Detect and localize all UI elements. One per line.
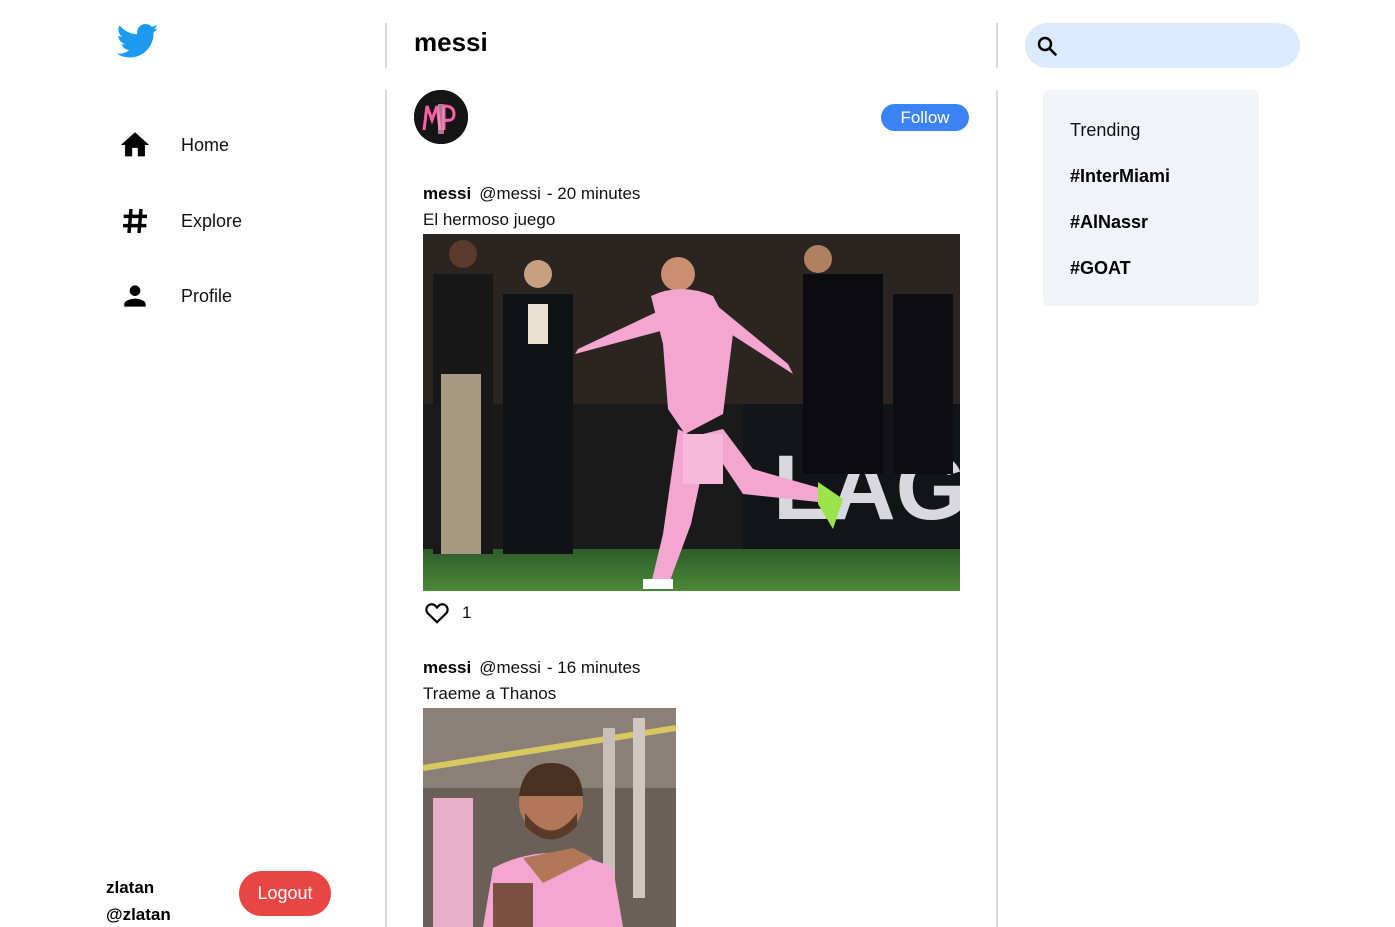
divider [385, 90, 387, 927]
post-text: El hermoso juego [423, 210, 556, 229]
heart-icon[interactable] [424, 600, 450, 626]
trending-tag[interactable]: #GOAT [1070, 258, 1259, 279]
post-header: messi @messi - 20 minutes [423, 184, 640, 204]
trending-panel: Trending #InterMiami #AlNassr #GOAT [1043, 90, 1259, 306]
search-input[interactable] [1067, 36, 1277, 55]
page-title: messi [414, 27, 488, 57]
post-author-name[interactable]: messi [423, 658, 471, 677]
trending-title: Trending [1070, 120, 1141, 140]
sidebar-item-profile[interactable]: Profile [117, 278, 232, 314]
twitter-bird-icon[interactable] [115, 20, 161, 62]
divider [385, 23, 387, 68]
post-time: - 20 minutes [546, 184, 641, 203]
like-area: 1 [424, 600, 471, 626]
hashtag-icon [117, 203, 153, 239]
left-sidebar: Home Explore Profile zlatan @zlatan Logo… [0, 0, 386, 927]
post-header: messi @messi - 16 minutes [423, 658, 640, 678]
current-user-handle: @zlatan [106, 905, 171, 924]
current-user: zlatan @zlatan [106, 874, 171, 927]
sidebar-item-explore[interactable]: Explore [117, 203, 242, 239]
post-author-handle[interactable]: @messi [479, 658, 541, 677]
search-icon [1037, 36, 1057, 56]
post-author-handle[interactable]: @messi [479, 184, 541, 203]
divider [996, 23, 998, 68]
divider [996, 90, 998, 927]
profile-avatar[interactable]: · · · · · · · [414, 90, 468, 144]
trending-tag[interactable]: #InterMiami [1070, 166, 1259, 187]
sidebar-item-home[interactable]: Home [117, 127, 229, 163]
person-icon [117, 278, 153, 314]
sidebar-item-label: Explore [181, 210, 243, 231]
post: messi @messi - 16 minutes Traeme a Thanos [423, 658, 640, 704]
home-icon [117, 127, 153, 163]
svg-text:· · · · · · ·: · · · · · · · [433, 98, 449, 103]
logout-button[interactable]: Logout [239, 871, 331, 916]
follow-button[interactable]: Follow [881, 104, 969, 131]
search-bar[interactable] [1025, 23, 1300, 68]
current-user-name: zlatan [106, 878, 155, 897]
like-count: 1 [462, 603, 472, 622]
post-image[interactable] [423, 708, 676, 927]
post-image[interactable]: LAGU [423, 234, 960, 591]
post-author-name[interactable]: messi [423, 184, 471, 203]
post-time: - 16 minutes [546, 658, 641, 677]
sidebar-item-label: Profile [181, 285, 233, 306]
post-text: Traeme a Thanos [423, 684, 557, 703]
trending-tag[interactable]: #AlNassr [1070, 212, 1259, 233]
sidebar-item-label: Home [181, 134, 230, 155]
post: messi @messi - 20 minutes El hermoso juego [423, 184, 640, 230]
